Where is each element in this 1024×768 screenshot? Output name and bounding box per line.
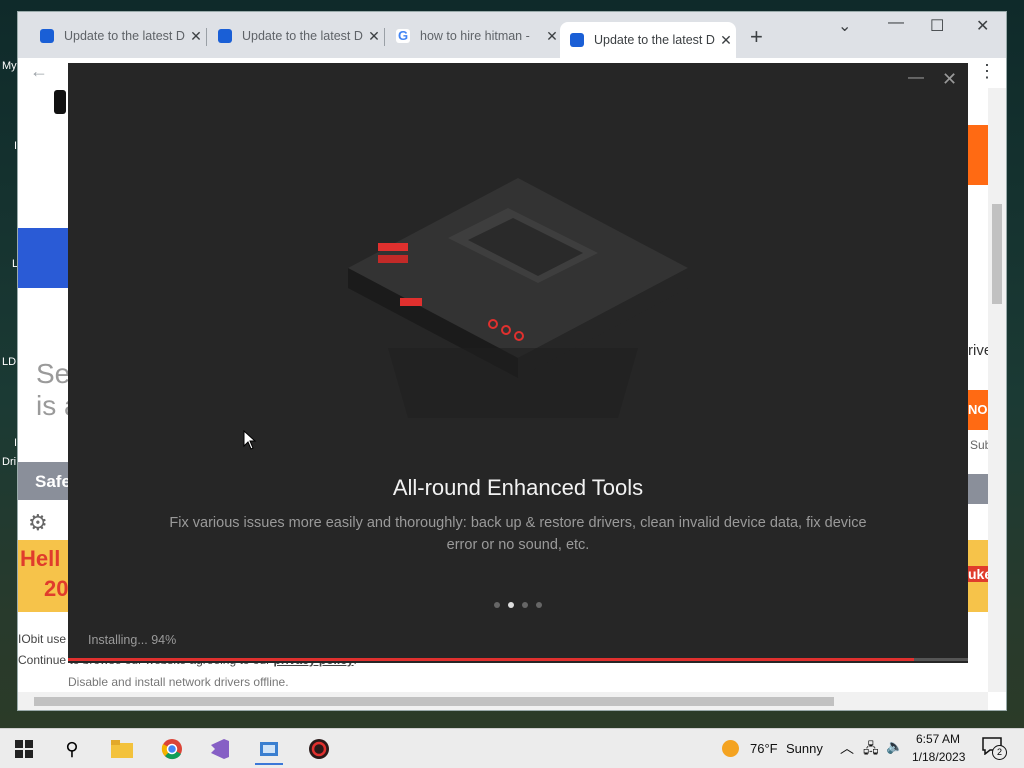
maximize-button[interactable]: ☐	[930, 16, 944, 36]
vertical-scrollbar[interactable]	[988, 88, 1006, 692]
chevron-up-icon[interactable]: ︿	[840, 738, 854, 758]
notification-center-button[interactable]: 2	[982, 737, 1007, 760]
tab-title: Update to the latest D	[594, 33, 715, 47]
close-icon[interactable]: ✕	[186, 28, 206, 45]
close-icon[interactable]: ✕	[542, 28, 562, 45]
close-icon[interactable]: ✕	[716, 32, 736, 49]
page-blue-banner	[18, 228, 68, 288]
close-window-button[interactable]: ✕	[976, 16, 989, 36]
scrollbar-thumb[interactable]	[34, 697, 834, 706]
hello-banner: Hell 20	[18, 540, 68, 612]
installer-description: Fix various issues more easily and thoro…	[169, 515, 867, 553]
page-logo	[54, 90, 66, 114]
menu-kebab-icon[interactable]: ⋮	[978, 61, 996, 82]
driver-booster-icon[interactable]	[305, 735, 333, 763]
search-icon[interactable]: ⚲	[58, 735, 86, 763]
network-icon[interactable]: 🖧	[863, 738, 879, 762]
desktop-icon-label[interactable]: LD	[2, 356, 16, 368]
desktop-icon-label[interactable]: I	[14, 140, 17, 152]
desktop-icon-label[interactable]: My	[2, 60, 17, 72]
device-illustration	[348, 178, 688, 418]
safe-bar: Safe	[18, 462, 71, 500]
driver-booster-setup-icon[interactable]	[255, 735, 283, 765]
carousel-dot[interactable]	[522, 602, 528, 608]
install-progress-fill	[68, 658, 914, 661]
browser-tab-active[interactable]: Update to the latest D ✕	[560, 22, 736, 58]
gray-bar	[968, 474, 988, 504]
taskbar: ⚲ 76°F Sunny ︿ 🖧 🔈 6:57 AM 1/18/2023 2	[0, 728, 1024, 768]
tab-title: Update to the latest D	[64, 29, 185, 43]
install-status: Installing... 94%	[88, 633, 177, 647]
scrollbar-thumb[interactable]	[992, 204, 1002, 304]
close-icon[interactable]: ✕	[364, 28, 384, 45]
desktop-icon-label[interactable]: Dri	[2, 456, 16, 468]
footer-text: IObit use	[18, 632, 67, 646]
volume-icon[interactable]: 🔈	[886, 738, 903, 755]
start-windows-icon[interactable]	[10, 735, 38, 763]
promo-banner: uke	[968, 540, 993, 612]
weather-description[interactable]: Sunny	[786, 741, 823, 756]
horizontal-scrollbar[interactable]	[18, 692, 988, 710]
page-button-fragment[interactable]: NO	[968, 390, 988, 430]
carousel-dot[interactable]	[494, 602, 500, 608]
notification-count-badge: 2	[992, 745, 1007, 760]
new-tab-button[interactable]: +	[750, 24, 763, 50]
browser-tab[interactable]: Update to the latest D ✕	[30, 22, 206, 50]
installer-headline: All-round Enhanced Tools	[392, 475, 644, 500]
minimize-button[interactable]: —	[888, 14, 904, 32]
google-icon: G	[396, 28, 410, 43]
minimize-button[interactable]: —	[908, 69, 924, 87]
back-arrow-icon[interactable]: ←	[30, 61, 48, 82]
carousel-dot-active[interactable]	[508, 602, 514, 608]
footer-text: Disable and install network drivers offl…	[68, 675, 289, 689]
tab-title: Update to the latest D	[242, 29, 363, 43]
iobit-icon	[40, 29, 54, 43]
clock-time[interactable]: 6:57 AM	[916, 732, 960, 746]
browser-tab[interactable]: G how to hire hitman - ✕	[386, 22, 562, 50]
clock-date[interactable]: 1/18/2023	[912, 750, 965, 764]
carousel-indicator	[68, 602, 968, 608]
tab-divider	[206, 28, 207, 46]
file-explorer-icon[interactable]	[108, 735, 136, 763]
tab-search-chevron-icon[interactable]: ⌄	[838, 16, 851, 36]
iobit-icon	[218, 29, 232, 43]
installer-dialog: — ✕ All-round Enhanced Tools Fix various…	[68, 63, 968, 663]
weather-temperature[interactable]: 76°F	[750, 741, 778, 756]
sun-weather-icon[interactable]	[722, 740, 739, 757]
tab-strip: Update to the latest D ✕ Update to the l…	[18, 12, 1006, 58]
iobit-icon	[570, 33, 584, 47]
mouse-cursor-icon	[243, 430, 257, 450]
close-button[interactable]: ✕	[942, 69, 957, 90]
browser-tab[interactable]: Update to the latest D ✕	[208, 22, 384, 50]
install-progress-bar	[68, 658, 968, 661]
visual-studio-icon[interactable]	[206, 735, 234, 763]
orange-banner	[968, 125, 988, 185]
desktop-icon-label[interactable]: I	[14, 437, 17, 449]
tab-title: how to hire hitman -	[420, 29, 530, 43]
chrome-icon[interactable]	[158, 735, 186, 763]
gear-icon: ⚙	[28, 510, 48, 535]
carousel-dot[interactable]	[536, 602, 542, 608]
tab-divider	[384, 28, 385, 46]
